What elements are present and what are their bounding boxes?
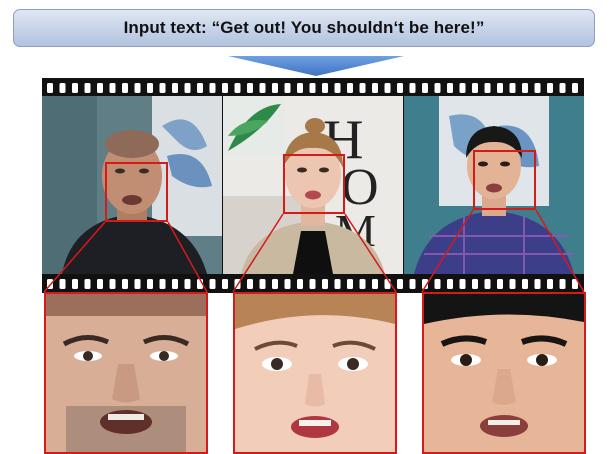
film-perforation — [172, 83, 178, 93]
film-perforation — [109, 83, 116, 93]
film-perforation — [472, 279, 478, 289]
film-perforation — [459, 83, 466, 93]
film-perforation — [134, 279, 141, 289]
film-perforation — [47, 83, 53, 93]
film-perforation — [84, 83, 91, 93]
film-perforation — [197, 83, 203, 93]
film-perforation — [547, 279, 553, 289]
film-perforation — [234, 83, 241, 93]
film-perforation — [247, 279, 253, 289]
film-perforation — [359, 83, 366, 93]
film-perforation — [372, 83, 378, 93]
film-perforation — [97, 83, 103, 93]
zoomed-face-1 — [44, 292, 208, 454]
film-perforation — [72, 83, 78, 93]
film-perforation — [122, 83, 128, 93]
film-perforation — [272, 83, 278, 93]
input-text-label: Input text: “Get out! You shouldn‘t be h… — [123, 18, 485, 37]
film-perforation — [422, 279, 428, 289]
film-perforation — [109, 279, 116, 289]
zoomed-face-2 — [233, 292, 397, 454]
film-perforation — [59, 83, 66, 93]
film-perforation — [159, 83, 166, 93]
film-perforation — [259, 83, 266, 93]
face-highlight-box-2 — [283, 154, 345, 214]
film-perforation — [147, 83, 153, 93]
film-perforation — [572, 279, 578, 289]
film-perforation — [547, 83, 553, 93]
film-perforation — [559, 83, 566, 93]
film-perforation — [147, 279, 153, 289]
film-perforation — [322, 279, 328, 289]
film-perforation — [572, 83, 578, 93]
film-perforation — [159, 279, 166, 289]
zoomed-face-3 — [422, 292, 586, 454]
film-perforations-bottom — [47, 279, 578, 289]
film-perforation — [359, 279, 366, 289]
film-perforation — [497, 83, 503, 93]
film-perforation — [222, 279, 228, 289]
input-text-banner: Input text: “Get out! You shouldn‘t be h… — [13, 9, 595, 47]
film-perforation — [284, 83, 291, 93]
film-perforation — [534, 83, 541, 93]
face-highlight-box-3 — [473, 150, 536, 210]
film-perforation — [347, 83, 353, 93]
down-arrow-icon — [228, 56, 404, 76]
film-perforation — [447, 279, 453, 289]
film-perforation — [97, 279, 103, 289]
film-perforation — [334, 279, 341, 289]
film-perforation — [284, 279, 291, 289]
film-perforation — [272, 279, 278, 289]
film-perforation — [422, 83, 428, 93]
film-perforation — [134, 83, 141, 93]
film-perforation — [322, 83, 328, 93]
film-perforation — [472, 83, 478, 93]
film-perforation — [509, 279, 516, 289]
film-perforation — [534, 279, 541, 289]
film-perforation — [497, 279, 503, 289]
film-perforation — [59, 279, 66, 289]
film-perforation — [184, 83, 191, 93]
film-perforation — [522, 83, 528, 93]
film-perforations-top — [47, 83, 578, 93]
film-perforation — [484, 279, 491, 289]
film-perforation — [384, 279, 391, 289]
film-perforation — [209, 83, 216, 93]
film-perforation — [309, 279, 316, 289]
film-perforation — [84, 279, 91, 289]
film-perforation — [197, 279, 203, 289]
film-perforation — [172, 279, 178, 289]
film-perforation — [47, 279, 53, 289]
film-perforation — [509, 83, 516, 93]
film-perforation — [347, 279, 353, 289]
face-highlight-box-1 — [105, 162, 168, 222]
film-perforation — [397, 279, 403, 289]
film-perforation — [247, 83, 253, 93]
film-perforation — [72, 279, 78, 289]
film-perforation — [334, 83, 341, 93]
film-perforation — [234, 279, 241, 289]
film-perforation — [409, 83, 416, 93]
film-perforation — [434, 279, 441, 289]
film-perforation — [184, 279, 191, 289]
film-perforation — [409, 279, 416, 289]
film-perforation — [297, 83, 303, 93]
film-perforation — [559, 279, 566, 289]
film-perforation — [459, 279, 466, 289]
film-perforation — [222, 83, 228, 93]
film-perforation — [484, 83, 491, 93]
film-perforation — [309, 83, 316, 93]
film-perforation — [122, 279, 128, 289]
film-perforation — [384, 83, 391, 93]
film-perforation — [434, 83, 441, 93]
film-perforation — [372, 279, 378, 289]
film-perforation — [522, 279, 528, 289]
film-perforation — [209, 279, 216, 289]
film-perforation — [297, 279, 303, 289]
film-perforation — [397, 83, 403, 93]
film-perforation — [259, 279, 266, 289]
film-perforation — [447, 83, 453, 93]
